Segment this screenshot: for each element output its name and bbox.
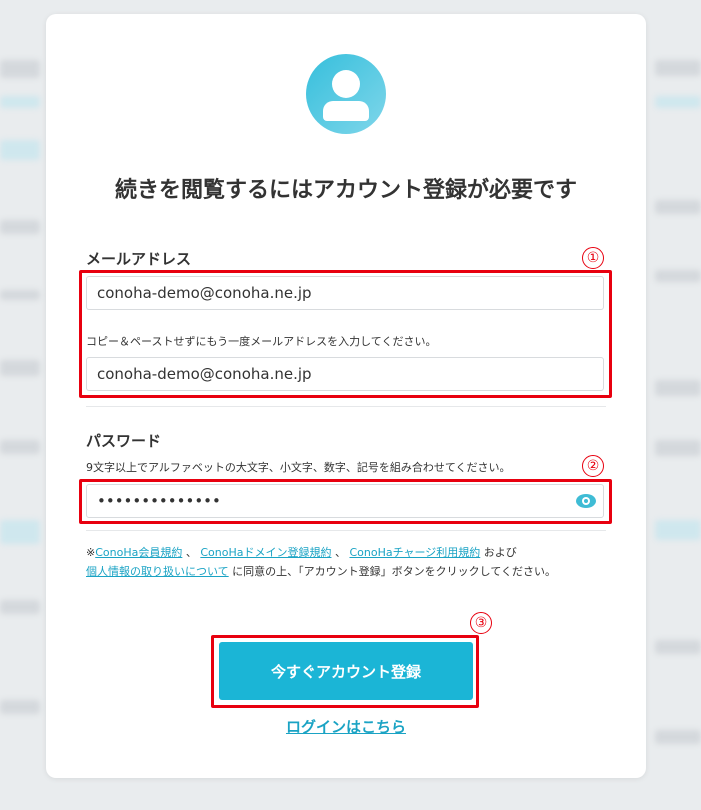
agreement-suffix: に同意の上、「アカウント登録」ボタンをクリックしてください。 <box>232 565 557 578</box>
annotation-box-submit <box>211 635 479 708</box>
domain-terms-link[interactable]: ConoHaドメイン登録規約 <box>200 546 331 559</box>
annotation-box-password <box>79 479 612 524</box>
user-icon <box>306 54 386 134</box>
agreement-separator: 、 <box>185 546 197 559</box>
privacy-policy-link[interactable]: 個人情報の取り扱いについて <box>86 565 229 578</box>
password-label: パスワード <box>86 432 162 450</box>
email-label: メールアドレス <box>86 250 192 268</box>
annotation-number-3: ③ <box>470 612 492 634</box>
agreement-and: および <box>483 546 517 559</box>
password-hint: 9文字以上でアルファベットの大文字、小文字、数字、記号を組み合わせてください。 <box>86 461 511 474</box>
page-title: 続きを閲覧するにはアカウント登録が必要です <box>114 178 577 203</box>
annotation-box-email <box>79 270 612 398</box>
annotation-number-1: ① <box>582 247 604 269</box>
login-link[interactable]: ログインはこちら <box>46 716 646 737</box>
agreement-prefix: ※ <box>86 546 96 559</box>
charge-terms-link[interactable]: ConoHaチャージ利用規約 <box>349 546 480 559</box>
section-divider <box>86 530 606 531</box>
section-divider <box>86 406 606 407</box>
annotation-number-2: ② <box>582 455 604 477</box>
agreement-text: ※ConoHa会員規約 、 ConoHaドメイン登録規約 、 ConoHaチャー… <box>86 543 606 581</box>
agreement-separator: 、 <box>334 546 346 559</box>
member-terms-link[interactable]: ConoHa会員規約 <box>95 546 182 559</box>
